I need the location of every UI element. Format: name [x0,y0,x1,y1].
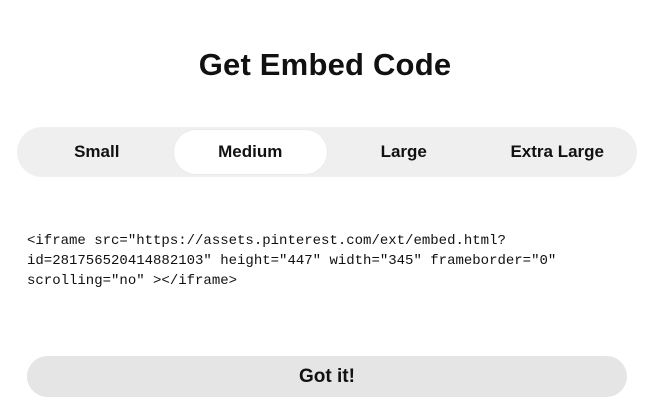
got-it-button[interactable]: Got it! [27,356,627,397]
size-tab-extra-large[interactable]: Extra Large [481,130,635,174]
dialog-title: Get Embed Code [198,46,452,82]
size-tab-large[interactable]: Large [327,130,481,174]
embed-code-text[interactable]: <iframe src="https://assets.pinterest.co… [27,231,627,291]
size-selector: Small Medium Large Extra Large [17,127,637,177]
size-tab-medium[interactable]: Medium [173,130,327,174]
size-tab-small[interactable]: Small [20,130,174,174]
